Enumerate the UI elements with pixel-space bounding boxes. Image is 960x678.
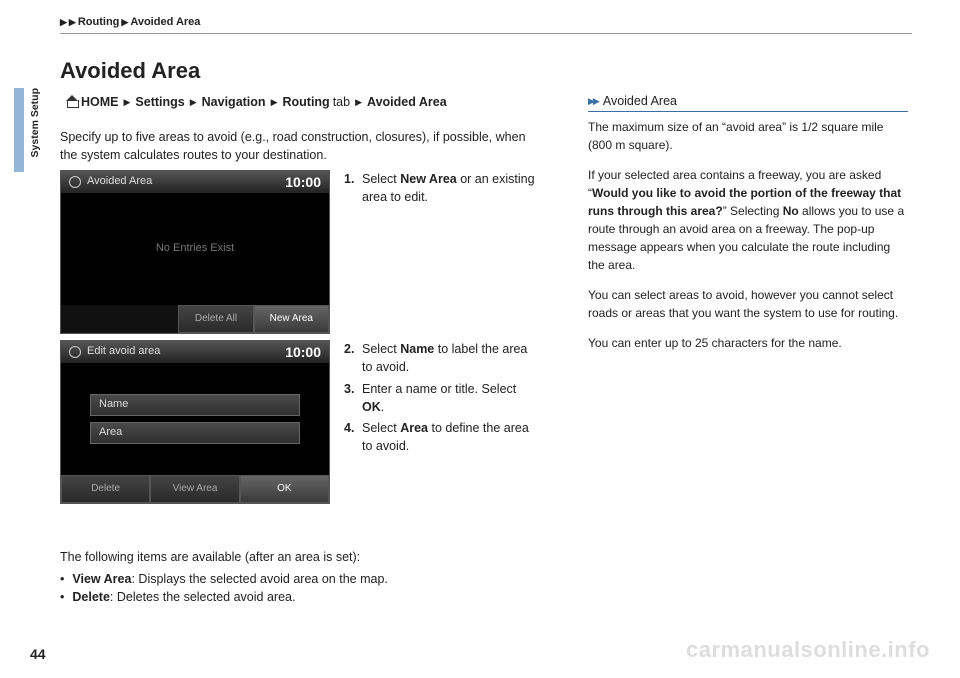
area-field[interactable]: Area (90, 422, 300, 444)
side-note-3: You can select areas to avoid, however y… (588, 286, 908, 322)
step-1-num: 1. (344, 170, 358, 206)
shot1-title: Avoided Area (87, 174, 152, 190)
page-header-breadcrumb: ▶ ▶ Routing ▶ Avoided Area (60, 12, 912, 34)
step-row-1: Avoided Area 10:00 No Entries Exist Dele… (60, 170, 540, 334)
crumb-routing: Routing (78, 15, 120, 31)
gear-icon (69, 346, 81, 358)
page-number: 44 (30, 644, 46, 664)
name-field[interactable]: Name (90, 394, 300, 416)
after-lead: The following items are available (after… (60, 548, 540, 566)
gear-icon (69, 176, 81, 188)
chevron-icon: ▶ (124, 96, 131, 109)
chevron-icon: ▶ (60, 16, 67, 29)
screenshot-2: Edit avoid area 10:00 Name Area Delete V… (60, 340, 330, 504)
delete-all-button[interactable]: Delete All (178, 305, 253, 333)
double-chevron-icon: ▶▶ (588, 95, 598, 108)
chevron-icon: ▶ (271, 96, 278, 109)
item-view-area: View Area: Displays the selected avoid a… (60, 570, 540, 588)
section-tab-label: System Setup (28, 88, 43, 157)
path-home: HOME (81, 93, 119, 111)
page-title: Avoided Area (60, 55, 200, 87)
step-3-num: 3. (344, 380, 358, 416)
delete-button[interactable]: Delete (61, 475, 150, 503)
shot2-clock: 10:00 (285, 342, 321, 362)
side-notes: ▶▶ Avoided Area The maximum size of an “a… (588, 92, 908, 364)
path-routing: Routing (282, 93, 329, 111)
step-row-2: Edit avoid area 10:00 Name Area Delete V… (60, 340, 540, 504)
step-4-num: 4. (344, 419, 358, 455)
watermark: carmanualsonline.info (686, 634, 930, 666)
section-indicator-bar (14, 88, 24, 172)
screenshot-1: Avoided Area 10:00 No Entries Exist Dele… (60, 170, 330, 334)
path-settings: Settings (135, 93, 184, 111)
path-tab-word: tab (333, 93, 350, 111)
home-icon (66, 96, 78, 108)
shot1-msg: No Entries Exist (156, 241, 234, 257)
chevron-icon: ▶ (121, 16, 128, 29)
ok-button[interactable]: OK (240, 475, 329, 503)
chevron-icon: ▶ (69, 16, 76, 29)
side-note-4: You can enter up to 25 characters for th… (588, 334, 908, 352)
crumb-avoided: Avoided Area (130, 15, 200, 31)
side-note-2: If your selected area contains a freeway… (588, 166, 908, 274)
shot1-clock: 10:00 (285, 172, 321, 192)
step-2-num: 2. (344, 340, 358, 376)
nav-path: HOME ▶ Settings ▶ Navigation ▶ Routing t… (66, 93, 560, 111)
view-area-button[interactable]: View Area (150, 475, 239, 503)
side-header: Avoided Area (603, 92, 677, 110)
new-area-button[interactable]: New Area (254, 305, 329, 333)
side-note-1: The maximum size of an “avoid area” is 1… (588, 118, 908, 154)
intro-text: Specify up to five areas to avoid (e.g.,… (60, 128, 540, 164)
item-delete: Delete: Deletes the selected avoid area. (60, 588, 540, 606)
main-column: Specify up to five areas to avoid (e.g.,… (60, 128, 540, 504)
path-avoided: Avoided Area (367, 93, 447, 111)
path-navigation: Navigation (202, 93, 266, 111)
available-items: The following items are available (after… (60, 548, 540, 606)
chevron-icon: ▶ (190, 96, 197, 109)
shot2-title: Edit avoid area (87, 344, 160, 360)
chevron-icon: ▶ (355, 96, 362, 109)
